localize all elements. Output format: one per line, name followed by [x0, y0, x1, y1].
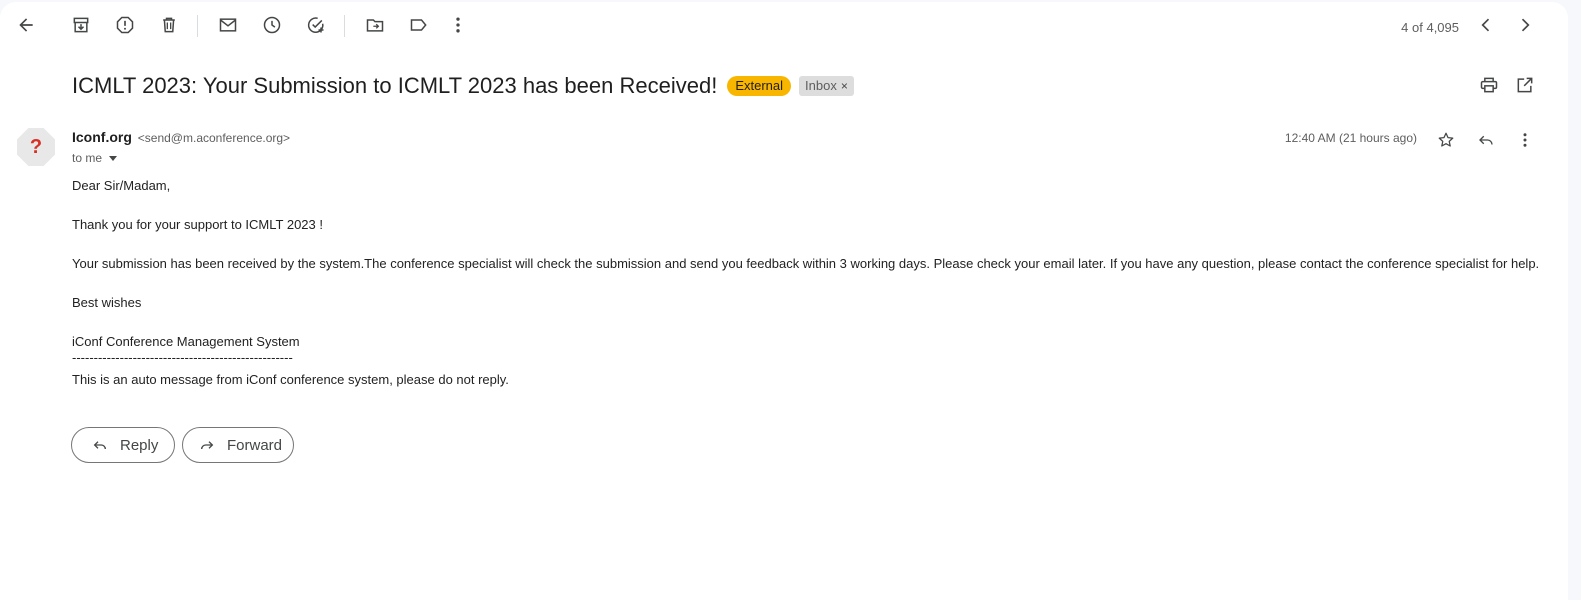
mark-unread-button[interactable]: [210, 7, 246, 43]
forward-button[interactable]: Forward: [182, 427, 294, 463]
sender-avatar[interactable]: ?: [17, 128, 55, 166]
reply-label: Reply: [120, 436, 159, 454]
archive-button[interactable]: [63, 7, 99, 43]
main-paragraph: Your submission has been received by the…: [72, 256, 1540, 271]
toolbar-divider: [344, 15, 345, 37]
forward-icon: [201, 441, 214, 450]
more-vert-icon: [1523, 133, 1527, 147]
subject-row: ICMLT 2023: Your Submission to ICMLT 202…: [72, 70, 854, 102]
divider-text: ----------------------------------------…: [72, 350, 293, 365]
print-all-button[interactable]: [1471, 67, 1507, 103]
snooze-icon: [263, 16, 281, 34]
mark-unread-icon: [219, 18, 237, 32]
back-button[interactable]: [8, 7, 44, 43]
open-new-window-button[interactable]: [1507, 67, 1543, 103]
snooze-button[interactable]: [254, 7, 290, 43]
star-button[interactable]: [1432, 126, 1460, 154]
print-icon: [1480, 77, 1498, 93]
newer-button[interactable]: [1468, 7, 1504, 43]
more-options-button[interactable]: [440, 7, 476, 43]
message-pane: 4 of 4,095 ICMLT 2023: Your Submission t…: [0, 2, 1568, 600]
greeting-text: Dear Sir/Madam,: [72, 178, 171, 193]
move-to-icon: [366, 19, 384, 32]
closing-text: Best wishes: [72, 295, 142, 310]
message-counter: 4 of 4,095: [1401, 20, 1459, 35]
more-vert-icon: [456, 17, 460, 33]
label-icon: [410, 19, 427, 31]
remove-label-icon[interactable]: ×: [841, 78, 848, 94]
message-more-button[interactable]: [1511, 126, 1539, 154]
star-icon: [1438, 132, 1454, 147]
report-spam-button[interactable]: [107, 7, 143, 43]
prev-chevron-icon: [1481, 18, 1490, 32]
reply-icon: [1479, 135, 1493, 145]
thanks-text: Thank you for your support to ICMLT 2023…: [72, 217, 323, 232]
footer-text: This is an auto message from iConf confe…: [72, 372, 509, 387]
sender-line: Iconf.org <send@m.aconference.org>: [72, 129, 290, 145]
inbox-label-text: Inbox: [805, 78, 837, 93]
recipient-label: to me: [72, 151, 103, 165]
sender-email: <send@m.aconference.org>: [137, 131, 291, 145]
next-chevron-icon: [1521, 18, 1530, 32]
external-badge: External: [727, 76, 792, 96]
archive-icon: [73, 17, 89, 33]
move-to-button[interactable]: [357, 7, 393, 43]
older-button[interactable]: [1507, 7, 1543, 43]
report-spam-icon: [116, 16, 134, 34]
delete-button[interactable]: [151, 7, 187, 43]
add-task-button[interactable]: [298, 7, 334, 43]
email-subject: ICMLT 2023: Your Submission to ICMLT 202…: [72, 73, 718, 98]
reply-icon-button[interactable]: [1472, 126, 1500, 154]
signature-text: iConf Conference Management System: [72, 334, 300, 349]
sender-name[interactable]: Iconf.org: [72, 129, 132, 145]
open-in-new-icon: [1517, 77, 1533, 93]
label-button[interactable]: [401, 7, 437, 43]
toolbar-divider: [197, 15, 198, 37]
message-timestamp: 12:40 AM (21 hours ago): [1284, 131, 1417, 145]
chevron-down-icon: [109, 156, 118, 161]
recipient-details-toggle[interactable]: to me: [72, 151, 118, 165]
back-arrow-icon: [19, 18, 33, 32]
forward-label: Forward: [227, 436, 283, 454]
delete-icon: [163, 17, 175, 33]
add-task-icon: [307, 17, 324, 33]
message-toolbar: 4 of 4,095: [0, 2, 1568, 52]
reply-button[interactable]: Reply: [71, 427, 175, 463]
inbox-label-chip[interactable]: Inbox ×: [799, 76, 854, 96]
reply-icon: [93, 441, 106, 450]
